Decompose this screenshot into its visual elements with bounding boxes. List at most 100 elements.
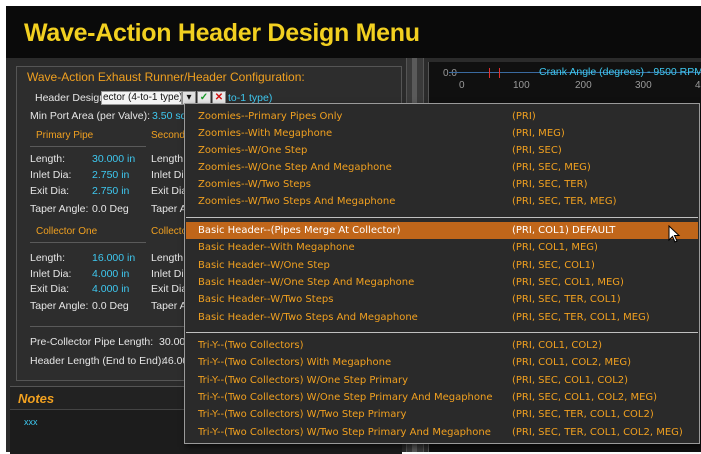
menu-item-label: Basic Header--W/Two Steps [198,294,334,305]
collector-inlet-label: Inlet Dia: [30,268,72,280]
collector-exit-label: Exit Dia: [30,283,70,295]
divider [30,146,146,147]
menu-item-label: Tri-Y--(Two Collectors) W/One Step Prima… [198,392,493,403]
menu-item-label: Tri-Y--(Two Collectors) W/One Step Prima… [198,375,409,386]
secondary-exit-label: Exit Dia [151,185,188,197]
min-port-label: Min Port Area (per Valve): [30,110,151,122]
secondary-taper-label: Taper A [151,203,187,215]
collector-taper-label: Taper Angle: [30,300,89,312]
primary-length-label: Length: [30,153,66,165]
secondary-length-label: Length: [151,153,187,165]
menu-item-label: Zoomies--W/Two Steps And Megaphone [198,196,396,207]
menu-item-code: (PRI, SEC, COL1, COL2, MEG) [512,392,658,403]
menu-item-label: Tri-Y--(Two Collectors) W/Two Step Prima… [198,409,407,420]
menu-item-code: (PRI, SEC, TER, MEG) [512,196,617,207]
menu-separator [186,217,698,218]
menu-item-code: (PRI, SEC, TER) [512,179,588,190]
menu-item[interactable]: Basic Header--W/Two Steps And Megaphone (… [186,309,698,326]
primary-exit-label: Exit Dia: [30,185,70,197]
menu-item[interactable]: Tri-Y--(Two Collectors) W/Two Step Prima… [186,424,698,441]
primary-length-value[interactable]: 30.000 in [92,153,135,165]
menu-item[interactable]: Basic Header--W/Two Steps (PRI, SEC, TER,… [186,291,698,308]
collector-one-title: Collector One [36,226,98,237]
menu-item-code: (PRI, SEC, TER, COL1, COL2, MEG) [512,427,683,438]
menu-item[interactable]: Zoomies--W/One Step And Megaphone (PRI, S… [186,159,698,176]
collector-two-length-label: Length: [151,252,187,264]
header-length-label: Header Length (End to End): [30,355,165,367]
menu-item[interactable]: Zoomies--Primary Pipes Only (PRI) [186,108,698,125]
pre-collector-label: Pre-Collector Pipe Length: [30,336,154,348]
collector-two-exit-label: Exit Dia [151,283,188,295]
menu-item[interactable]: Zoomies--With Megaphone (PRI, MEG) [186,125,698,142]
collector-two-title: Collecto [151,226,188,237]
menu-item-label: Zoomies--W/One Step [198,145,308,156]
menu-item-label: Zoomies--With Megaphone [198,128,333,139]
menu-item-code: (PRI, SEC, TER, COL1, COL2) [512,409,654,420]
menu-item[interactable]: Basic Header--W/One Step (PRI, SEC, COL1) [186,257,698,274]
x-tick-label: 200 [575,80,592,91]
min-port-value[interactable]: 3.50 sq [152,110,186,122]
menu-item-selected[interactable]: Basic Header--(Pipes Merge At Collector)… [186,222,698,239]
primary-taper-label: Taper Angle: [30,203,89,215]
panel-title: Wave-Action Exhaust Runner/Header Config… [27,70,305,84]
menu-item-label: Tri-Y--(Two Collectors) W/Two Step Prima… [198,427,491,438]
menu-item-label: Tri-Y--(Two Collectors) [198,340,304,351]
collector-taper-value[interactable]: 0.0 Deg [92,300,129,312]
primary-inlet-value[interactable]: 2.750 in [92,169,129,181]
y-tick-label: 0.0 [443,68,457,79]
app-window: Wave-Action Header Design Menu Wave-Acti… [0,0,701,454]
x-tick-label: 100 [513,80,530,91]
menu-item-code: (PRI, SEC, COL1) [512,260,595,271]
menu-item-label: Basic Header--W/One Step And Megaphone [198,277,415,288]
menu-item-code: (PRI, COL1, MEG) [512,242,598,253]
menu-item[interactable]: Zoomies--W/Two Steps And Megaphone (PRI, … [186,193,698,210]
header-design-label: Header Design: [35,92,108,104]
menu-item-label: Basic Header--(Pipes Merge At Collector) [198,225,401,236]
menu-item-code: (PRI, MEG) [512,128,565,139]
menu-item-code: (PRI, SEC) [512,145,562,156]
primary-pipe-title: Primary Pipe [36,130,94,141]
menu-item[interactable]: Basic Header--With Megaphone (PRI, COL1, … [186,239,698,256]
menu-item-code: (PRI, COL1, COL2, MEG) [512,357,632,368]
menu-item-code: (PRI, SEC, TER, COL1, MEG) [512,312,650,323]
menu-item-label: Basic Header--With Megaphone [198,242,355,253]
menu-item-label: Basic Header--W/Two Steps And Megaphone [198,312,418,323]
menu-item-label: Tri-Y--(Two Collectors) With Megaphone [198,357,392,368]
window-title: Wave-Action Header Design Menu [24,19,420,47]
menu-item[interactable]: Tri-Y--(Two Collectors) W/One Step Prima… [186,372,698,389]
menu-item-code: (PRI, SEC, COL1, COL2) [512,375,629,386]
menu-item[interactable]: Tri-Y--(Two Collectors) W/One Step Prima… [186,389,698,406]
x-tick-label: 4 [695,80,701,91]
menu-item-label: Basic Header--W/One Step [198,260,330,271]
primary-exit-value[interactable]: 2.750 in [92,185,129,197]
notes-title: Notes [18,391,55,406]
primary-taper-value[interactable]: 0.0 Deg [92,203,129,215]
header-design-menu: Zoomies--Primary Pipes Only (PRI) Zoomies… [184,103,700,444]
mouse-cursor-icon [668,225,681,243]
divider [30,326,184,327]
header-design-select[interactable]: ector (4-to-1 type) [101,91,182,105]
collector-two-taper-label: Taper A [151,300,187,312]
collector-length-value[interactable]: 16.000 in [92,252,135,264]
chart-marker [489,68,490,78]
menu-item-code: (PRI, COL1, COL2) [512,340,603,351]
menu-item-code: (PRI, SEC, TER, COL1) [512,294,621,305]
collector-exit-value[interactable]: 4.000 in [92,283,129,295]
menu-item-code: (PRI, COL1) DEFAULT [512,225,616,236]
menu-item[interactable]: Tri-Y--(Two Collectors) W/Two Step Prima… [186,406,698,423]
pre-collector-value[interactable]: 30.00 [159,336,185,348]
menu-item[interactable]: Basic Header--W/One Step And Megaphone (P… [186,274,698,291]
divider [30,242,146,243]
menu-item[interactable]: Zoomies--W/Two Steps (PRI, SEC, TER) [186,176,698,193]
menu-item-code: (PRI, SEC, MEG) [512,162,591,173]
collector-length-label: Length: [30,252,66,264]
x-tick-label: 0 [459,80,465,91]
menu-item-label: Zoomies--W/Two Steps [198,179,311,190]
menu-item[interactable]: Zoomies--W/One Step (PRI, SEC) [186,142,698,159]
collector-inlet-value[interactable]: 4.000 in [92,268,129,280]
x-axis-title: Crank Angle (degrees) - 9500 RPM [539,66,701,78]
menu-item-code: (PRI) [512,111,536,122]
menu-item[interactable]: Tri-Y--(Two Collectors) With Megaphone (P… [186,354,698,371]
menu-item-code: (PRI, SEC, COL1, MEG) [512,277,624,288]
menu-item[interactable]: Tri-Y--(Two Collectors) (PRI, COL1, COL2) [186,337,698,354]
